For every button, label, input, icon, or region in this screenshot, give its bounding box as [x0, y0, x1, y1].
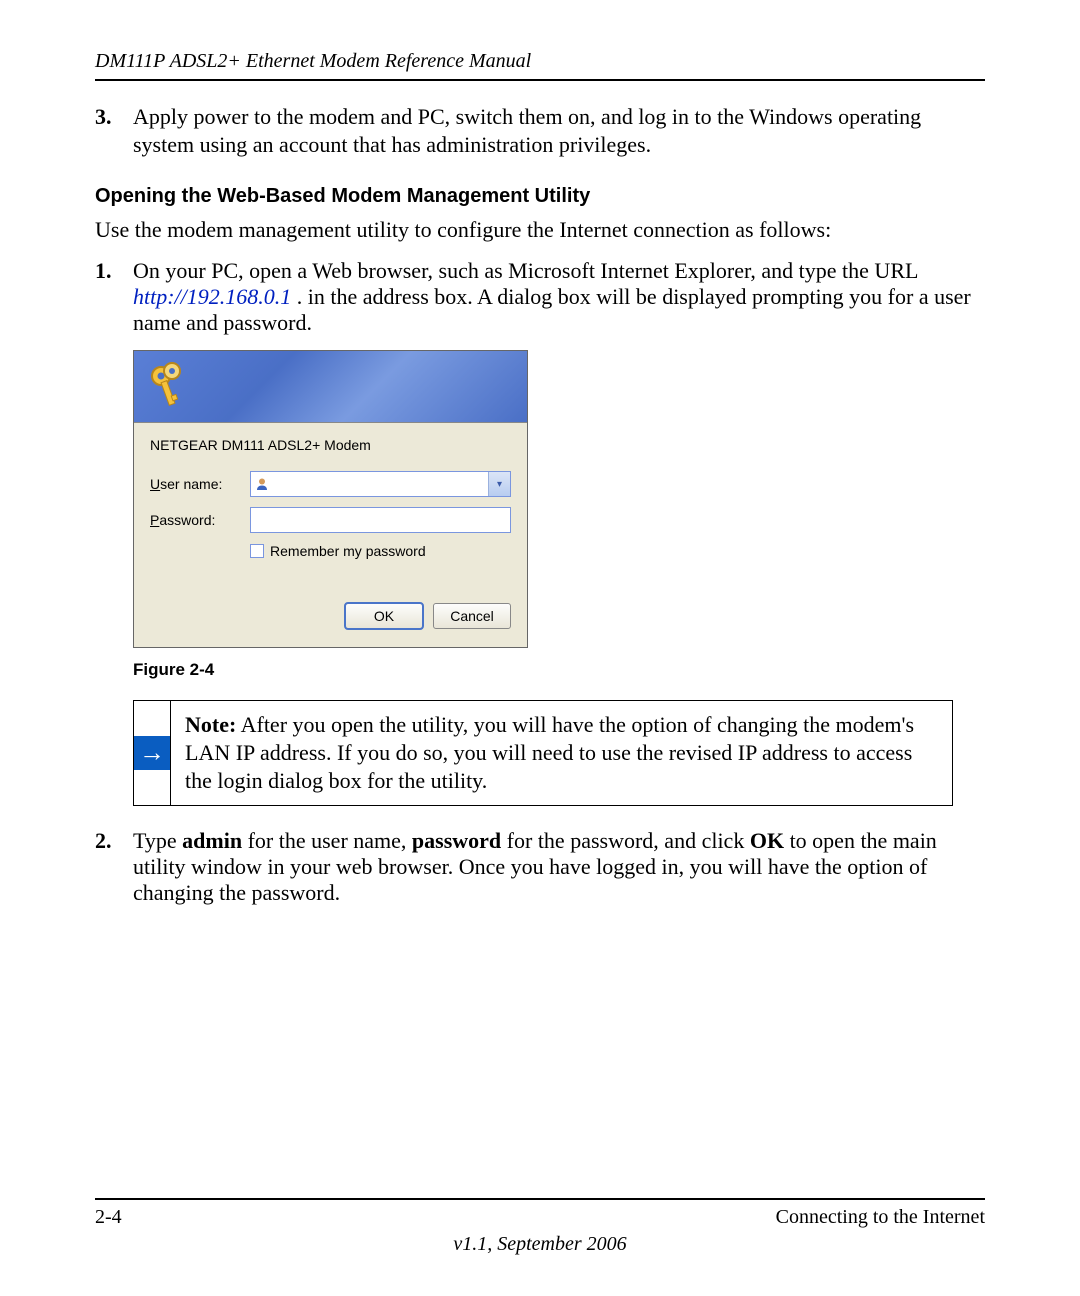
footer-rule	[95, 1198, 985, 1200]
remember-password-checkbox[interactable]	[250, 544, 264, 558]
keys-icon	[146, 361, 192, 411]
username-dropdown-button[interactable]: ▾	[488, 472, 510, 496]
intro-paragraph: Use the modem management utility to conf…	[95, 216, 985, 244]
username-input[interactable]: ▾	[250, 471, 511, 497]
dialog-site-label: NETGEAR DM111 ADSL2+ Modem	[150, 437, 511, 453]
step1-part-a: On your PC, open a Web browser, such as …	[133, 258, 918, 283]
note-box: → Note: After you open the utility, you …	[133, 700, 953, 805]
remember-password-label: Remember my password	[270, 543, 426, 559]
footer-page-number: 2-4	[95, 1206, 122, 1229]
step-text-3: Apply power to the modem and PC, switch …	[133, 103, 985, 159]
section-heading: Opening the Web-Based Modem Management U…	[95, 185, 985, 208]
step-text-1: On your PC, open a Web browser, such as …	[133, 258, 985, 336]
ok-button[interactable]: OK	[345, 603, 423, 629]
figure-caption: Figure 2-4	[133, 660, 985, 680]
step-number-1: 1.	[95, 258, 123, 336]
user-icon	[251, 472, 273, 496]
cancel-button[interactable]: Cancel	[433, 603, 511, 629]
page-header-title: DM111P ADSL2+ Ethernet Modem Reference M…	[95, 50, 985, 73]
modem-url-link[interactable]: http://192.168.0.1	[133, 284, 291, 309]
header-rule	[95, 79, 985, 81]
footer-version: v1.1, September 2006	[95, 1233, 985, 1256]
note-arrow-icon: →	[134, 736, 170, 770]
login-dialog: NETGEAR DM111 ADSL2+ Modem User name: ▾	[133, 350, 528, 648]
step-text-2: Type admin for the user name, password f…	[133, 828, 985, 906]
footer-section-title: Connecting to the Internet	[776, 1206, 985, 1229]
password-input[interactable]	[250, 507, 511, 533]
chevron-down-icon: ▾	[497, 479, 502, 490]
password-label: Password:	[150, 512, 250, 528]
note-text: Note: After you open the utility, you wi…	[171, 701, 952, 804]
step-number-3: 3.	[95, 103, 123, 159]
username-label: User name:	[150, 476, 250, 492]
step-number-2: 2.	[95, 828, 123, 906]
dialog-titlebar	[134, 351, 527, 423]
